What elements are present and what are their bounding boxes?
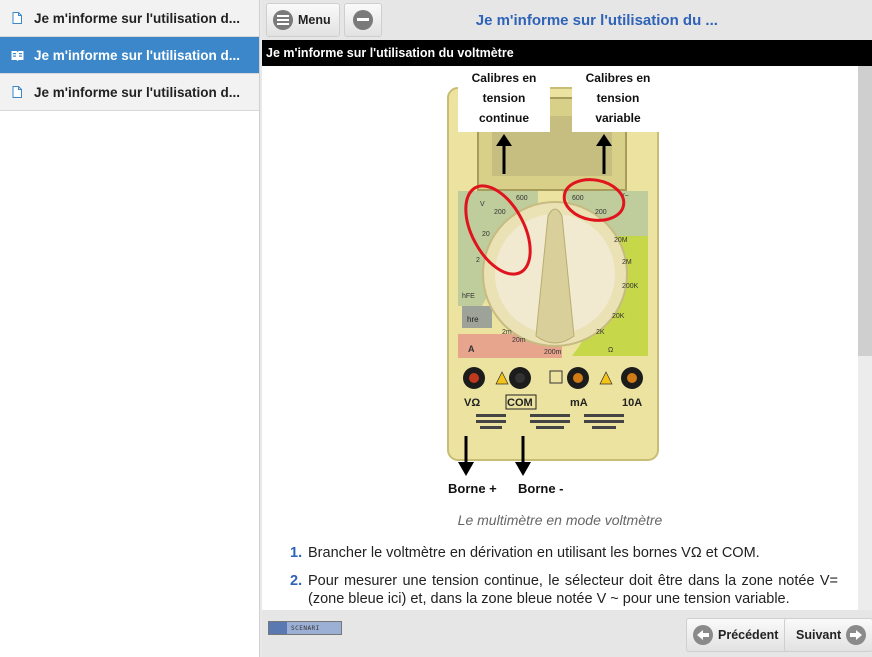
collapse-button[interactable] — [343, 3, 382, 37]
scale-label-vdc: 20 — [482, 231, 490, 238]
scenari-logo-mark — [269, 622, 287, 634]
ampere-zone-label: A — [468, 344, 475, 354]
scale-label-vac: 200 — [595, 209, 607, 216]
sidebar-item-2[interactable]: Je m'informe sur l'utilisation d... — [0, 37, 259, 74]
book-icon — [10, 48, 24, 62]
scale-label-vdc: 600 — [516, 195, 528, 202]
minus-icon — [352, 10, 373, 30]
app-window: Je m'informe sur l'utilisation d... Je m… — [0, 0, 872, 657]
list-item-text: Brancher le voltmètre en dérivation en u… — [308, 545, 760, 561]
terminal-label-vo: VΩ — [464, 397, 480, 409]
sidebar-item-label: Je m'informe sur l'utilisation d... — [34, 84, 240, 100]
menu-button-label: Menu — [298, 13, 331, 27]
label-variable-line1: Calibres en — [586, 71, 651, 85]
borne-plus-label: Borne + — [448, 481, 497, 496]
scale-label-ampere: 200m — [544, 349, 562, 356]
scale-label-ohm: 200K — [622, 283, 639, 290]
bottom-toolbar: SCENARI Précédent Suivant — [262, 610, 872, 657]
list-item-text: Pour mesurer une tension continue, le sé… — [308, 573, 838, 607]
label-continue-line2: tension — [483, 91, 526, 105]
sidebar: Je m'informe sur l'utilisation d... Je m… — [0, 0, 260, 657]
previous-button[interactable]: Précédent — [686, 618, 791, 652]
terminal-label-com: COM — [507, 397, 533, 409]
svg-text:hre: hre — [467, 315, 479, 324]
previous-button-label: Précédent — [718, 628, 779, 642]
label-continue-line1: Calibres en — [472, 71, 537, 85]
instruction-list: 1. Brancher le voltmètre en dérivation e… — [290, 544, 838, 610]
next-button-label: Suivant — [796, 628, 842, 642]
scale-label-ohm: 2M — [622, 259, 632, 266]
page-icon — [10, 11, 24, 25]
arrow-down-icon — [458, 462, 474, 476]
scenari-logo-text: SCENARI — [287, 622, 341, 634]
list-item-number: 2. — [290, 573, 303, 589]
menu-button[interactable]: Menu — [266, 3, 340, 37]
sidebar-item-3[interactable]: Je m'informe sur l'utilisation d... — [0, 74, 259, 111]
content-panel: Je m'informe sur l'utilisation du voltmè… — [262, 40, 872, 610]
scenari-logo[interactable]: SCENARI — [268, 621, 342, 635]
label-continue-line3: continue — [479, 111, 529, 125]
scale-label-ohm: 2K — [596, 329, 605, 336]
arrow-down-icon — [515, 462, 531, 476]
sidebar-item-label: Je m'informe sur l'utilisation d... — [34, 10, 240, 26]
scale-label-ampere: 20m — [512, 337, 526, 344]
scale-label-vac: 600 — [572, 195, 584, 202]
scale-label-ohm: Ω — [608, 347, 613, 354]
hamburger-icon — [273, 10, 293, 30]
hfe-zone-label: hFE — [462, 293, 475, 300]
scale-label-ohm: 20K — [612, 313, 625, 320]
terminal-label-ma: mA — [570, 397, 588, 409]
vdc-zone-label: V — [480, 201, 485, 208]
sidebar-item-1[interactable]: Je m'informe sur l'utilisation d... — [0, 0, 259, 37]
terminal-label-10a: 10A — [622, 397, 642, 409]
figure-caption: Le multimètre en mode voltmètre — [457, 512, 663, 528]
next-button[interactable]: Suivant — [784, 618, 872, 652]
scale-label-ohm: 20M — [614, 237, 628, 244]
page-title: Je m'informe sur l'utilisation du ... — [475, 11, 718, 29]
scale-label-vdc: 2 — [476, 257, 480, 264]
multimeter-figure: hre V 600 200 20 2 600 200 V~ 20M 2M 200… — [447, 70, 664, 496]
scale-label-vdc: 200 — [494, 209, 506, 216]
sidebar-item-label: Je m'informe sur l'utilisation d... — [34, 47, 240, 63]
list-item: 1. Brancher le voltmètre en dérivation e… — [290, 544, 838, 562]
label-variable-line2: tension — [597, 91, 640, 105]
label-variable-line3: variable — [595, 111, 641, 125]
scale-label-ampere: 2m — [502, 329, 512, 336]
list-item-number: 1. — [290, 545, 303, 561]
arrow-right-icon — [846, 625, 867, 645]
scrollbar-thumb[interactable] — [858, 66, 872, 356]
page-icon — [10, 85, 24, 99]
arrow-left-icon — [693, 625, 713, 645]
top-toolbar: Menu Je m'informe sur l'utilisation du .… — [262, 0, 872, 40]
borne-minus-label: Borne - — [518, 481, 564, 496]
list-item: 2. Pour mesurer une tension continue, le… — [290, 572, 838, 608]
content-header: Je m'informe sur l'utilisation du voltmè… — [262, 40, 872, 66]
